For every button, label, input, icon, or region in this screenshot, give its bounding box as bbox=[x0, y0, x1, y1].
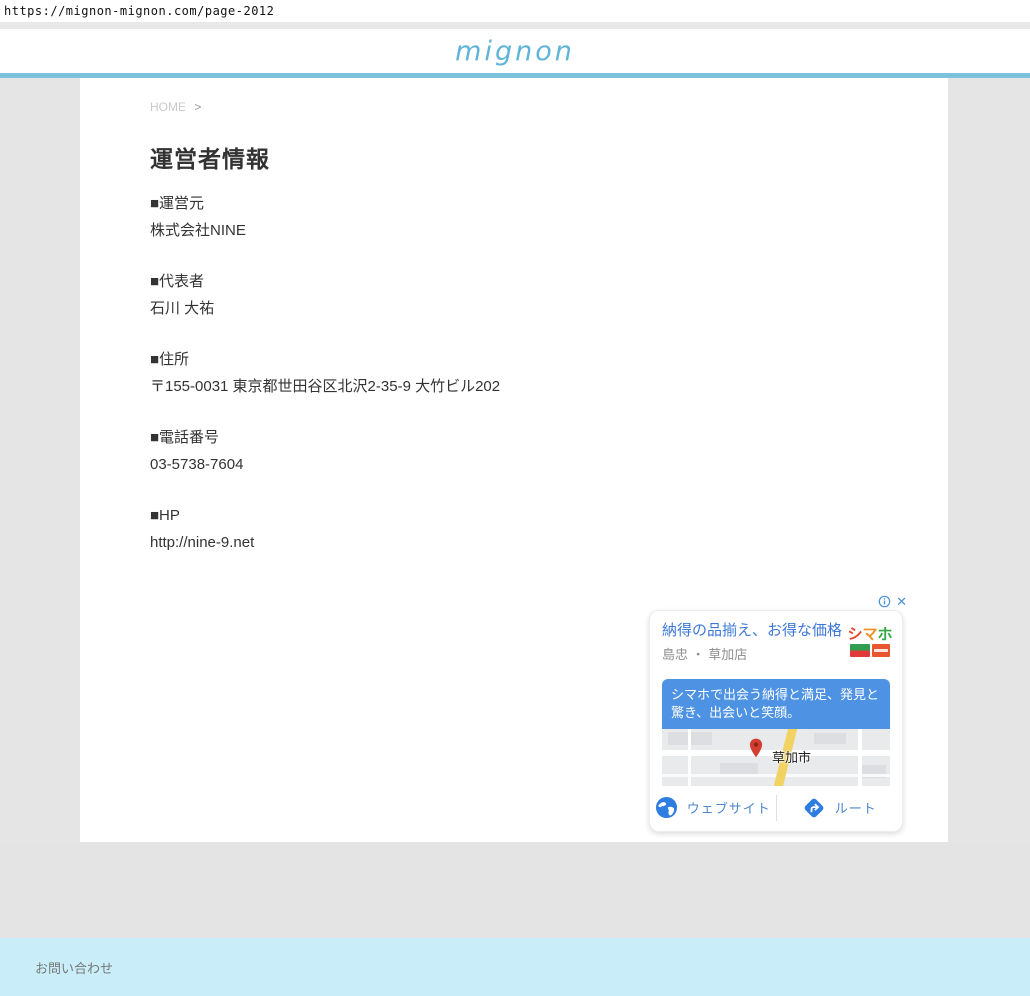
site-header: mignon bbox=[0, 29, 1030, 73]
shimaho-logo-text: シマホ bbox=[847, 627, 893, 642]
section-label: ■住所 bbox=[150, 346, 948, 373]
map-city-label: 草加市 bbox=[772, 747, 811, 766]
ad-banner[interactable]: シマホで出会う納得と満足、発見と驚き、出会いと笑顔。 bbox=[662, 679, 890, 729]
breadcrumb-home-link[interactable]: HOME bbox=[150, 100, 186, 114]
section-value: http://nine-9.net bbox=[150, 529, 948, 556]
map-pin-icon bbox=[748, 738, 764, 758]
section-label: ■電話番号 bbox=[150, 424, 948, 451]
breadcrumb-separator: > bbox=[194, 100, 201, 114]
section-value: 〒155-0031 東京都世田谷区北沢2-35-9 大竹ビル202 bbox=[150, 373, 948, 400]
shimachu-badge-icon bbox=[850, 644, 870, 657]
browser-chrome-divider bbox=[0, 22, 1030, 29]
ad-card[interactable]: 納得の品揃え、お得な価格 島忠 ・ 草加店 シマホ シマホで出会う納得と満足、発… bbox=[649, 610, 903, 832]
ad-info-icon[interactable] bbox=[878, 595, 891, 608]
section-phone: ■電話番号 03-5738-7604 bbox=[150, 424, 948, 478]
site-logo[interactable]: mignon bbox=[455, 36, 575, 67]
lower-page-background bbox=[0, 842, 1030, 938]
section-label: ■運営元 bbox=[150, 190, 948, 217]
website-button-label: ウェブサイト bbox=[687, 798, 771, 817]
section-address: ■住所 〒155-0031 東京都世田谷区北沢2-35-9 大竹ビル202 bbox=[150, 346, 948, 400]
site-footer: お問い合わせ bbox=[0, 938, 1030, 996]
section-label: ■代表者 bbox=[150, 268, 948, 295]
logo-badges bbox=[847, 644, 893, 657]
url-text: https://mignon-mignon.com/page-2012 bbox=[4, 4, 274, 18]
section-operator: ■運営元 株式会社NINE bbox=[150, 190, 948, 244]
homes-badge-icon bbox=[872, 644, 890, 657]
route-button-label: ルート bbox=[835, 798, 877, 817]
section-hp: ■HP http://nine-9.net bbox=[150, 502, 948, 556]
ad-choices-controls: ✕ bbox=[649, 592, 908, 610]
section-value: 03-5738-7604 bbox=[150, 451, 948, 478]
main-content: HOME > 運営者情報 ■運営元 株式会社NINE ■代表者 石川 大祐 ■住… bbox=[80, 78, 948, 842]
logo-char: シ bbox=[847, 626, 862, 643]
logo-char: マ bbox=[862, 626, 877, 643]
ad-close-icon[interactable]: ✕ bbox=[896, 595, 907, 608]
ad-map[interactable]: 草加市 bbox=[662, 729, 890, 786]
contact-link[interactable]: お問い合わせ bbox=[35, 958, 113, 977]
ad-unit: ✕ 納得の品揃え、お得な価格 島忠 ・ 草加店 シマホ シマホで出会う納得と満足… bbox=[649, 592, 908, 832]
globe-icon bbox=[655, 796, 678, 819]
section-label: ■HP bbox=[150, 502, 948, 529]
ad-button-row: ウェブサイト ルート bbox=[650, 784, 902, 831]
map-road bbox=[858, 729, 862, 786]
directions-icon bbox=[802, 796, 826, 820]
advertiser-logo[interactable]: シマホ bbox=[847, 627, 893, 657]
section-representative: ■代表者 石川 大祐 bbox=[150, 268, 948, 322]
page-title: 運営者情報 bbox=[150, 140, 948, 174]
website-button[interactable]: ウェブサイト bbox=[650, 796, 776, 819]
info-sections: ■運営元 株式会社NINE ■代表者 石川 大祐 ■住所 〒155-0031 東… bbox=[150, 190, 948, 556]
breadcrumb: HOME > bbox=[150, 100, 948, 114]
route-button[interactable]: ルート bbox=[777, 796, 903, 820]
section-value: 株式会社NINE bbox=[150, 217, 948, 244]
map-road bbox=[688, 729, 691, 786]
logo-char: ホ bbox=[878, 626, 893, 643]
address-bar[interactable]: https://mignon-mignon.com/page-2012 bbox=[0, 0, 1030, 22]
section-value: 石川 大祐 bbox=[150, 295, 948, 322]
map-block bbox=[814, 733, 846, 744]
